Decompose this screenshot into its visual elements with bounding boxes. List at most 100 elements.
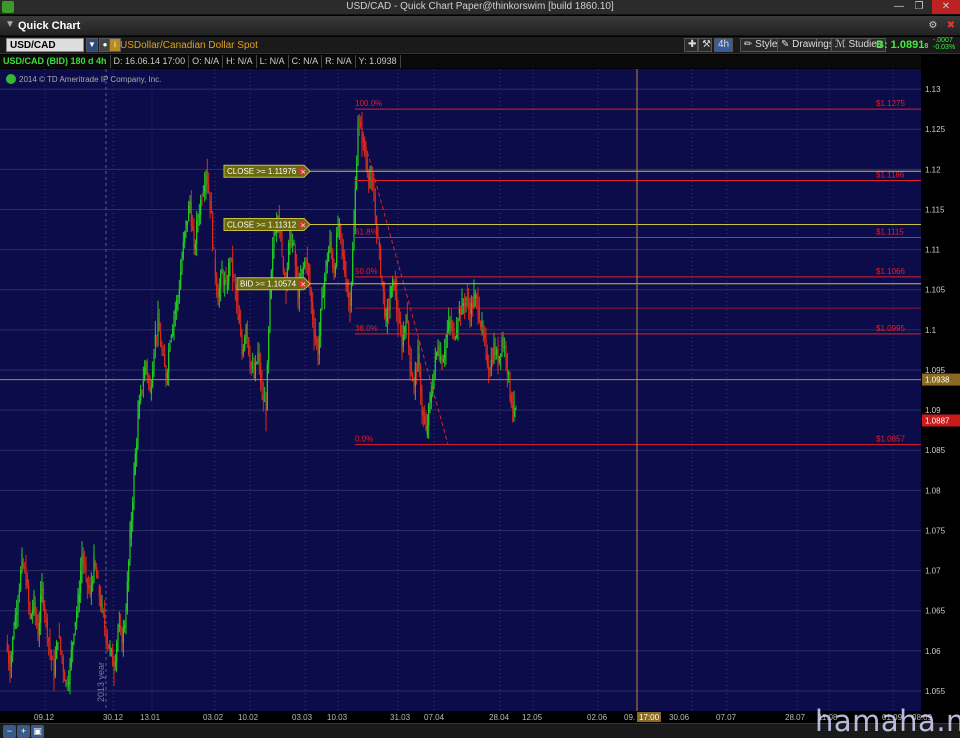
time-tick-label: 28.07 <box>785 713 806 722</box>
candle-down <box>497 349 499 369</box>
candle-down <box>413 381 415 383</box>
candle-down <box>468 298 470 309</box>
candle-up <box>181 257 183 272</box>
candle-down <box>112 649 114 667</box>
price-tick-label: 1.065 <box>925 607 946 616</box>
candle-down <box>360 122 362 126</box>
candle-up <box>74 622 76 627</box>
candle-down <box>492 359 494 363</box>
zoom-out-icon[interactable]: − <box>3 725 16 738</box>
candle-down <box>452 327 454 329</box>
price-tick-label: 1.08 <box>925 486 941 495</box>
candle-up <box>318 335 320 354</box>
candle-up <box>462 303 464 306</box>
candle-up <box>402 334 404 346</box>
candle-down <box>234 281 236 289</box>
candle-down <box>208 184 210 193</box>
candle-up <box>81 555 83 571</box>
candle-up <box>166 372 168 378</box>
candle-up <box>41 582 43 595</box>
candle-down <box>26 578 28 586</box>
candle-up <box>386 306 388 322</box>
candle-up <box>124 625 126 629</box>
candle-down <box>22 562 24 568</box>
candle-up <box>437 351 439 353</box>
candle-up <box>40 594 42 623</box>
candle-down <box>193 229 195 242</box>
candle-up <box>182 241 184 258</box>
candle-down <box>45 613 47 615</box>
price-tick-label: 1.105 <box>925 286 946 295</box>
candle-down <box>237 301 239 310</box>
time-tick-label: 30.06 <box>669 713 690 722</box>
candle-down <box>58 634 60 637</box>
candle-down <box>209 192 211 208</box>
candle-up <box>70 649 72 667</box>
price-tick-label: 1.13 <box>925 85 941 94</box>
candle-up <box>110 649 112 651</box>
candle-down <box>485 338 487 347</box>
candle-up <box>352 249 354 284</box>
candle-down <box>378 241 380 247</box>
candle-up <box>56 642 58 659</box>
candle-down <box>216 275 218 292</box>
candle-up <box>186 221 188 226</box>
candle-up <box>205 173 207 187</box>
candle-up <box>449 319 451 322</box>
candle-up <box>474 295 476 298</box>
candle-down <box>190 201 192 226</box>
time-tick-label: 10.03 <box>327 713 348 722</box>
candle-down <box>494 345 496 356</box>
candle-up <box>17 601 19 614</box>
candle-up <box>90 584 92 595</box>
candle-up <box>189 201 191 206</box>
candle-down <box>36 613 38 625</box>
candle-down <box>488 364 490 372</box>
candle-up <box>65 680 67 682</box>
candle-up <box>321 289 323 309</box>
candle-up <box>392 279 394 287</box>
candle-down <box>97 578 99 580</box>
candle-up <box>501 337 503 355</box>
candle-down <box>214 257 216 276</box>
year-label: 2013 year <box>96 662 106 702</box>
candle-down <box>48 638 50 642</box>
fib-price-label: $1.1186 <box>876 171 905 180</box>
zoom-in-icon[interactable]: + <box>17 725 30 738</box>
candle-down <box>61 650 63 660</box>
candle-down <box>233 276 235 278</box>
price-chart[interactable]: 1.055 1.06 1.065 1.07 1.075 1.08 1.085 1.09 1.09… <box>0 0 960 738</box>
time-tick-label: 28.04 <box>489 713 510 722</box>
candle-up <box>76 611 78 623</box>
candle-down <box>62 658 64 672</box>
candle-down <box>94 562 96 568</box>
zoom-fit-icon[interactable]: ▣ <box>31 725 44 738</box>
candle-up <box>454 337 456 339</box>
candle-down <box>158 321 160 332</box>
candle-down <box>476 295 478 299</box>
candle-down <box>217 291 219 305</box>
fib-price-label: $1.1275 <box>876 99 905 108</box>
candle-up <box>184 232 186 242</box>
candle-down <box>89 588 91 591</box>
candle-up <box>188 205 190 222</box>
candle-down <box>280 232 282 235</box>
candle-up <box>440 356 442 360</box>
candle-down <box>410 361 412 375</box>
candle-up <box>137 413 139 444</box>
candle-up <box>32 609 34 615</box>
candle-up <box>229 262 231 264</box>
candle-up <box>273 234 275 249</box>
candle-down <box>480 321 482 327</box>
candle-up <box>252 366 254 368</box>
candle-down <box>422 410 424 416</box>
candle-down <box>349 297 351 315</box>
candle-down <box>296 265 298 278</box>
candle-down <box>409 346 411 369</box>
candle-up <box>473 292 475 308</box>
candle-down <box>401 333 403 353</box>
candle-down <box>246 321 248 338</box>
candle-up <box>129 530 131 562</box>
candle-up <box>154 334 156 346</box>
candle-down <box>441 356 443 369</box>
